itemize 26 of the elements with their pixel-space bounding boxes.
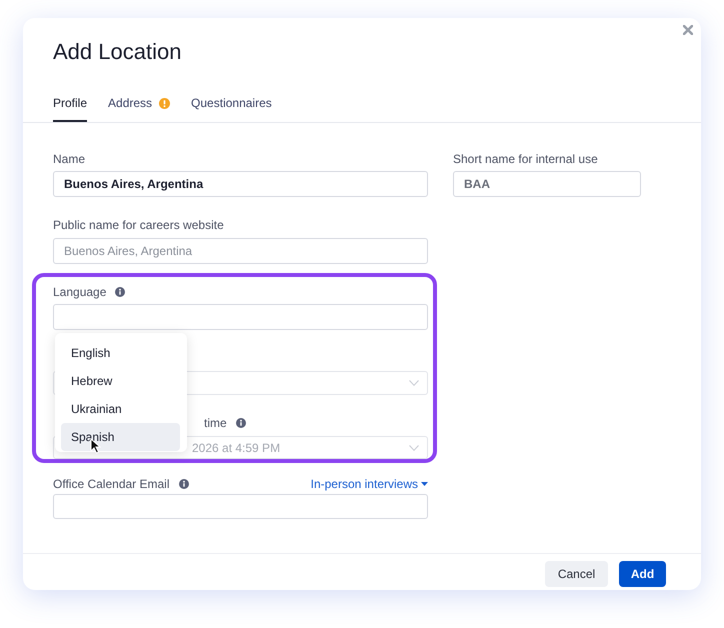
name-input[interactable]: Buenos Aires, Argentina (53, 171, 428, 197)
tab[interactable]: Address (108, 93, 170, 122)
field-label: time (204, 415, 227, 431)
dialog-title: Add Location (53, 39, 182, 64)
short-name-input[interactable]: BAA (453, 171, 641, 197)
field-label: Public name for careers website (53, 217, 224, 233)
dropdown-option[interactable]: Spanish (61, 423, 180, 451)
dropdown-option[interactable]: English (61, 339, 180, 367)
chevron-down-icon (409, 380, 419, 386)
dropdown-option[interactable]: Ukrainian (61, 395, 180, 423)
dropdown-option[interactable]: Hebrew (61, 367, 180, 395)
chevron-down-icon (409, 444, 419, 450)
close-icon[interactable] (683, 25, 693, 35)
email-input[interactable] (53, 494, 428, 519)
cancel-button[interactable]: Cancel (545, 561, 608, 587)
language-input[interactable] (53, 304, 428, 330)
tab[interactable]: Profile (53, 93, 88, 122)
in-person-interviews-link[interactable]: In-person interviews (310, 476, 428, 492)
field-label: Short name for internal use (453, 151, 598, 167)
public-name-input[interactable]: Buenos Aires, Argentina (53, 238, 428, 264)
caret-down-icon (421, 482, 428, 486)
add-button[interactable]: Add (619, 561, 666, 587)
field-label: Language (53, 284, 106, 300)
field-label: Name (53, 151, 86, 167)
field-label: Office Calendar Email (53, 476, 170, 492)
tab[interactable]: Questionnaires (191, 93, 272, 122)
